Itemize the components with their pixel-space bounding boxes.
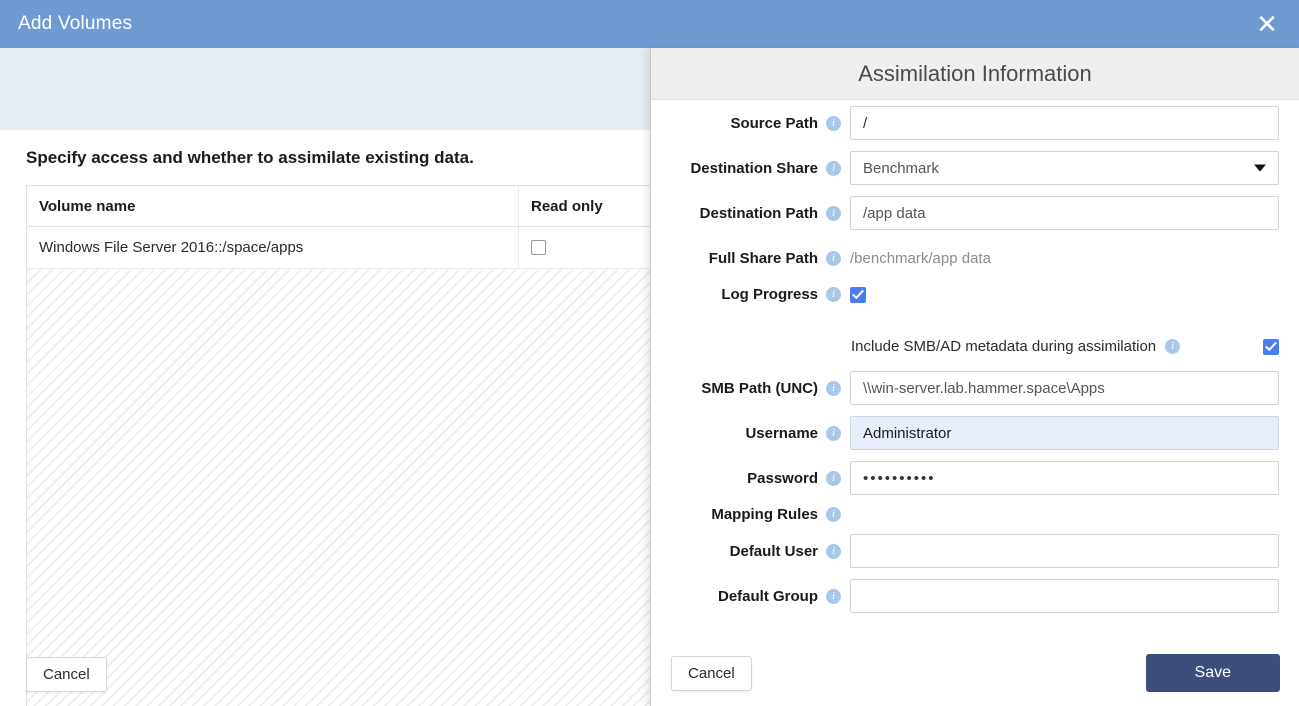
info-icon[interactable]: i [1165,339,1181,354]
label-source-path: Source Path [730,114,818,132]
default-group-input[interactable] [850,579,1279,613]
field-destination-path: Destination Path i /app data [651,196,1299,230]
label-destination-share: Destination Share [690,159,818,177]
field-password: Password i •••••••••• [651,461,1299,495]
label-mapping-rules: Mapping Rules [711,506,818,523]
label-username: Username [745,424,818,442]
field-destination-share: Destination Share i Benchmark [651,151,1299,185]
field-mapping-rules: Mapping Rules i [651,506,1299,523]
password-input[interactable]: •••••••••• [850,461,1279,495]
field-full-share-path: Full Share Path i /benchmark/app data [651,241,1299,275]
destination-share-select[interactable]: Benchmark [850,151,1279,185]
info-icon[interactable]: i [826,115,841,131]
label-full-share-path: Full Share Path [708,249,818,267]
info-icon[interactable]: i [826,543,841,559]
label-default-user: Default User [729,542,818,560]
field-username: Username i Administrator [651,416,1299,450]
page-title: Specify access and whether to assimilate… [26,148,474,167]
label-destination-path: Destination Path [699,204,818,222]
info-icon[interactable]: i [826,250,841,266]
close-icon[interactable]: ✕ [1243,0,1291,48]
info-icon[interactable]: i [826,160,841,176]
label-log-progress: Log Progress [721,286,818,303]
field-smb-path: SMB Path (UNC) i \\win-server.lab.hammer… [651,371,1299,405]
app-root: Add Volumes ✕ 1 Selections 2 Data 3 Spec… [0,0,1299,706]
destination-share-value: Benchmark [863,159,939,177]
username-input[interactable]: Administrator [850,416,1279,450]
destination-path-input[interactable]: /app data [850,196,1279,230]
metadata-checkbox-wrap [1263,338,1279,355]
chevron-down-icon [1254,164,1266,172]
panel-cancel-button[interactable]: Cancel [671,655,752,691]
info-icon[interactable]: i [826,380,841,396]
default-user-input[interactable] [850,534,1279,568]
window-title: Add Volumes [18,13,133,34]
label-include-metadata: Include SMB/AD metadata during assimilat… [851,338,1157,355]
read-only-checkbox[interactable] [531,240,546,255]
cancel-button[interactable]: Cancel [26,657,107,692]
main-footer: Cancel [26,657,107,692]
panel-title: Assimilation Information [858,60,1092,86]
include-metadata-checkbox[interactable] [1263,338,1279,355]
assimilation-panel: Assimilation Information Source Path i /… [650,48,1299,706]
label-default-group: Default Group [718,587,818,605]
panel-header: Assimilation Information [651,48,1299,100]
info-icon[interactable]: i [826,507,841,522]
field-log-progress: Log Progress i [651,286,1299,303]
label-password: Password [747,469,818,487]
cell-volume-name: Windows File Server 2016::/space/apps [27,227,519,268]
field-default-group: Default Group i [651,579,1299,613]
source-path-input[interactable]: / [850,106,1279,140]
label-smb-path: SMB Path (UNC) [701,379,818,397]
save-button[interactable]: Save [1145,654,1280,692]
field-source-path: Source Path i / [651,106,1299,140]
field-default-user: Default User i [651,534,1299,568]
window-titlebar: Add Volumes ✕ [0,0,1299,48]
field-include-metadata: Include SMB/AD metadata during assimilat… [651,338,1299,355]
full-share-path-value: /benchmark/app data [850,249,991,267]
info-icon[interactable]: i [826,425,841,441]
panel-body: Source Path i / Destination Share i Benc… [651,100,1299,652]
info-icon[interactable]: i [826,205,841,221]
info-icon[interactable]: i [826,287,841,302]
column-header-volume-name: Volume name [27,186,519,226]
panel-footer: Cancel Save [651,640,1299,706]
info-icon[interactable]: i [826,588,841,604]
info-icon[interactable]: i [826,470,841,486]
smb-path-input[interactable]: \\win-server.lab.hammer.space\Apps [850,371,1279,405]
log-progress-checkbox[interactable] [850,286,866,303]
